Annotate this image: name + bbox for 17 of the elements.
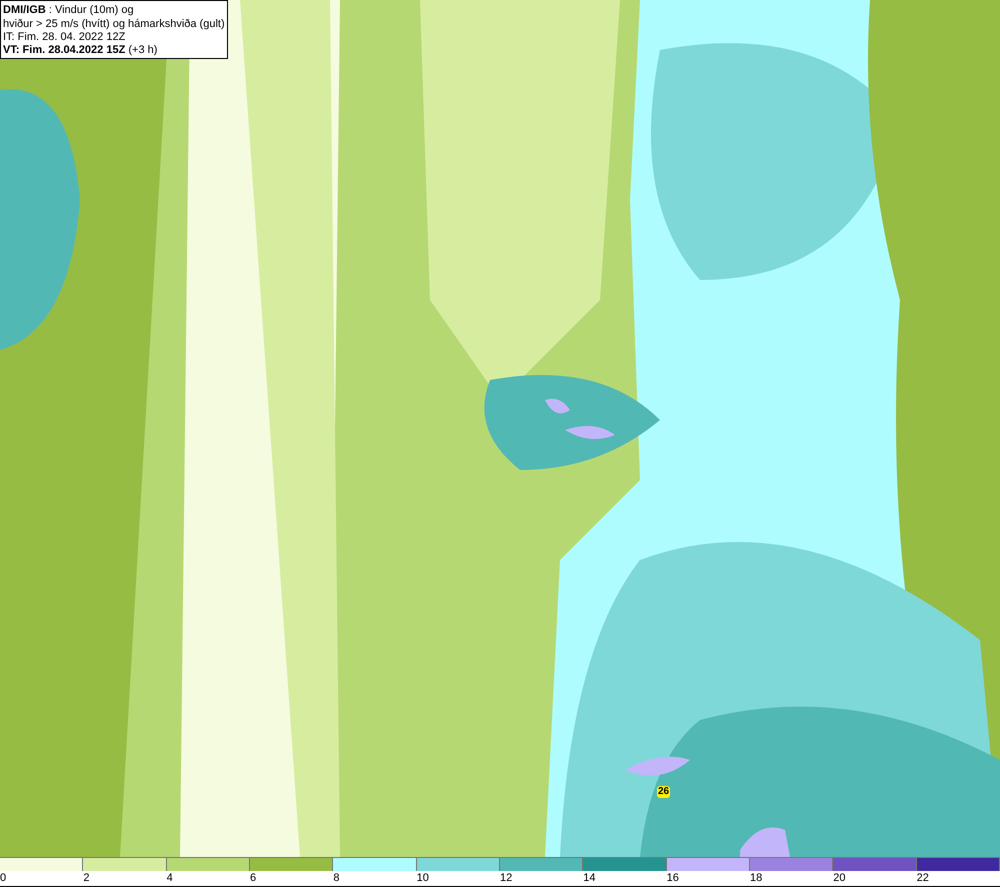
- title-text: VT: Fim. 28.04.2022 15Z (+3 h): [3, 44, 158, 57]
- legend-label: 22: [916, 872, 929, 884]
- legend-label: 2: [83, 872, 90, 884]
- legend-label: 4: [166, 872, 173, 884]
- legend-label: 12: [500, 872, 512, 884]
- legend-label: 0: [0, 872, 6, 884]
- max-gust-label: 26: [657, 786, 670, 798]
- legend-label: 8: [333, 872, 340, 884]
- legend-label: 16: [666, 872, 679, 884]
- legend-label: 14: [583, 872, 596, 884]
- title-text: hviður > 25 m/s (hvítt) og hámarkshviða (gult): [3, 18, 225, 31]
- title-text: DMI/IGB : Vindur (10m) og: [3, 3, 135, 18]
- legend-label: 18: [750, 872, 762, 884]
- legend-label: 20: [833, 872, 846, 884]
- legend-label: 6: [250, 872, 256, 884]
- title-text: IT: Fim. 28. 04. 2022 12Z: [3, 31, 126, 44]
- legend-label: 10: [416, 872, 429, 884]
